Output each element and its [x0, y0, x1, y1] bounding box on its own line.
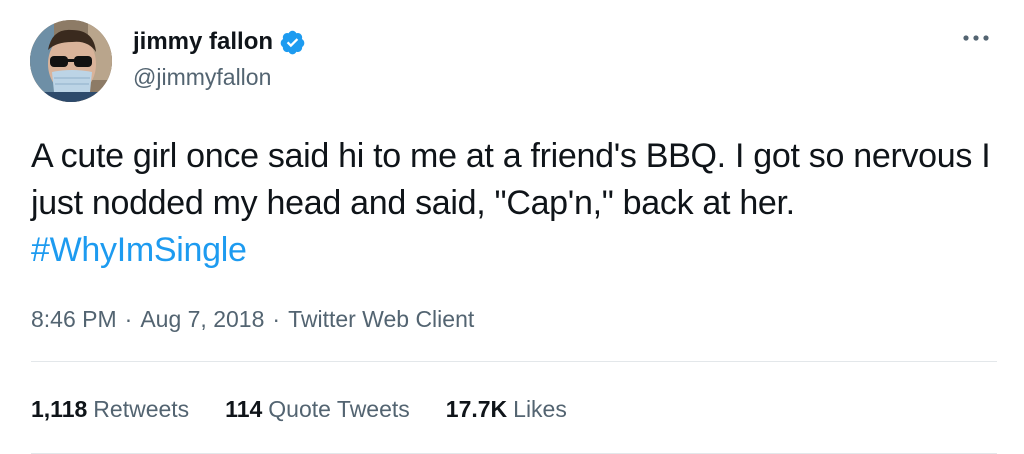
meta-separator: ·	[272, 306, 281, 332]
meta-separator: ·	[124, 306, 133, 332]
tweet-time[interactable]: 8:46 PM	[31, 303, 117, 335]
tweet-meta: 8:46 PM · Aug 7, 2018 · Twitter Web Clie…	[31, 303, 474, 335]
display-name[interactable]: jimmy fallon	[133, 27, 273, 57]
likes-label: Likes	[513, 396, 567, 422]
hashtag-link[interactable]: #WhyImSingle	[31, 231, 247, 269]
author-name-row: jimmy fallon	[133, 27, 306, 57]
tweet-card: jimmy fallon @jimmyfallon A cute girl on…	[0, 0, 1024, 454]
author-handle[interactable]: @jimmyfallon	[133, 62, 271, 92]
retweets-label: Retweets	[93, 396, 190, 422]
more-options-button[interactable]	[958, 26, 994, 50]
tweet-body: A cute girl once said hi to me at a frie…	[31, 137, 991, 222]
likes-count: 17.7K	[445, 396, 508, 422]
tweet-date[interactable]: Aug 7, 2018	[140, 303, 264, 335]
quote-tweets-stat[interactable]: 114 Quote Tweets	[225, 393, 410, 425]
tweet-source[interactable]: Twitter Web Client	[288, 303, 474, 335]
divider	[31, 361, 997, 362]
more-horizontal-icon	[962, 34, 990, 42]
verified-badge-icon	[279, 29, 306, 56]
quote-tweets-count: 114	[225, 396, 263, 422]
retweets-count: 1,118	[31, 396, 88, 422]
likes-stat[interactable]: 17.7K Likes	[446, 393, 567, 425]
tweet-text: A cute girl once said hi to me at a frie…	[31, 133, 1001, 274]
quote-tweets-label: Quote Tweets	[268, 396, 410, 422]
avatar[interactable]	[30, 20, 112, 102]
retweets-stat[interactable]: 1,118 Retweets	[31, 393, 189, 425]
tweet-stats: 1,118 Retweets 114 Quote Tweets 17.7K Li…	[31, 393, 567, 425]
